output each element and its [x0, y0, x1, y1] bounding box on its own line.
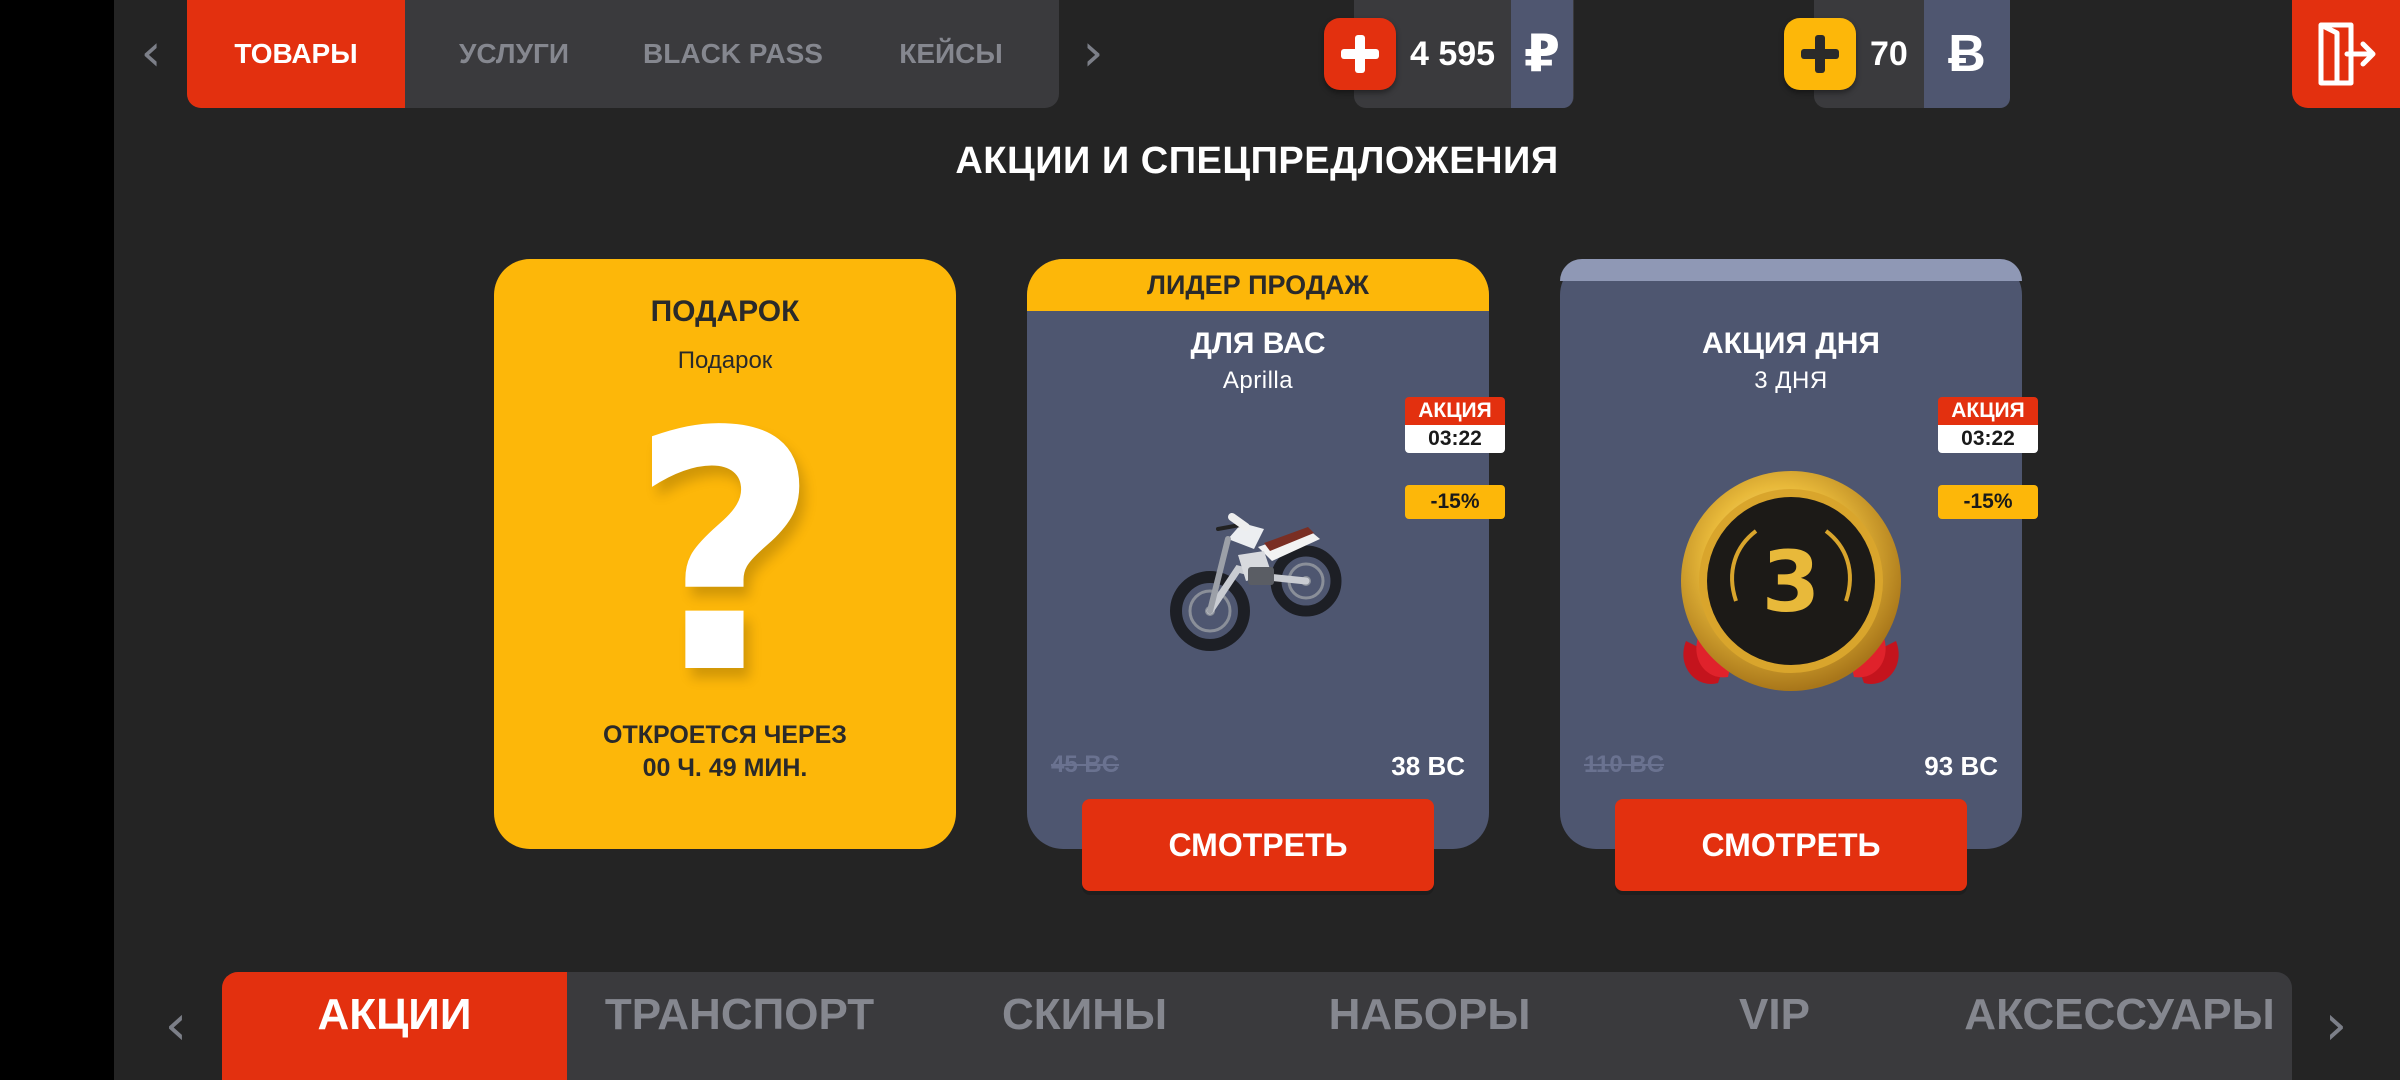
promo-label: АКЦИЯ	[1938, 397, 2038, 425]
tab-accessories[interactable]: АКСЕССУАРЫ	[1947, 972, 2292, 1080]
question-mark-icon: ?	[629, 362, 821, 746]
tab-black-pass[interactable]: BLACK PASS	[623, 0, 843, 108]
old-price: 110 BC	[1584, 751, 1665, 778]
old-price: 45 BC	[1051, 751, 1120, 778]
promo-timer: 03:22	[1405, 425, 1505, 453]
promo-label: АКЦИЯ	[1405, 397, 1505, 425]
bc-amount: 70	[1870, 34, 1908, 73]
tab-transport[interactable]: ТРАНСПОРТ	[567, 972, 912, 1080]
offer-title: АКЦИЯ ДНЯ	[1702, 327, 1880, 360]
chevron-right-icon[interactable]: ›	[1073, 23, 1113, 83]
promo-timer: 03:22	[1938, 425, 2038, 453]
bitcoin-icon: Ƀ	[1924, 0, 2010, 108]
page-title: АКЦИИ И СПЕЦПРЕДЛОЖЕНИЯ	[955, 140, 1559, 182]
plus-icon	[1801, 35, 1839, 73]
tab-skins[interactable]: СКИНЫ	[912, 972, 1257, 1080]
view-button[interactable]: СМОТРЕТЬ	[1082, 799, 1434, 891]
tab-goods[interactable]: ТОВАРЫ	[187, 0, 405, 108]
tab-vip[interactable]: VIP	[1602, 972, 1947, 1080]
gift-card[interactable]: ПОДАРОК Подарок ? ОТКРОЕТСЯ ЧЕРЕЗ 00 Ч. …	[494, 259, 956, 849]
offer-subtitle: 3 ДНЯ	[1754, 367, 1828, 394]
offer-subtitle: Aprilla	[1222, 367, 1294, 394]
add-bc-button[interactable]	[1784, 18, 1856, 90]
medal-icon: 3	[1560, 451, 2022, 721]
bc-balance: 70 Ƀ	[1784, 0, 2034, 108]
rubles-balance: 4 595 ₽	[1324, 0, 1614, 108]
motorcycle-icon	[1027, 499, 1489, 659]
ruble-icon: ₽	[1511, 0, 1573, 108]
exit-button[interactable]	[2292, 0, 2400, 108]
gift-opens-label: ОТКРОЕТСЯ ЧЕРЕЗ	[603, 721, 847, 749]
bottom-category-tabs: АКЦИИ ТРАНСПОРТ СКИНЫ НАБОРЫ VIP АКСЕССУ…	[222, 972, 2292, 1080]
new-price: 38 BC	[1391, 751, 1465, 781]
new-price: 93 BC	[1924, 751, 1998, 781]
add-rubles-button[interactable]	[1324, 18, 1396, 90]
exit-door-icon	[2318, 22, 2376, 86]
rubles-amount: 4 595	[1410, 34, 1496, 73]
chevron-right-icon[interactable]: ›	[2314, 993, 2358, 1058]
gift-opens-in: ОТКРОЕТСЯ ЧЕРЕЗ 00 Ч. 49 МИН.	[494, 719, 956, 785]
offer-card-for-you[interactable]: ЛИДЕР ПРОДАЖ ДЛЯ ВАС Aprilla АКЦИЯ 03:22…	[1027, 259, 1505, 891]
offer-card-deal-of-day[interactable]: АКЦИЯ ДНЯ 3 ДНЯ АКЦИЯ 03:22 -15% 3 110 B…	[1560, 259, 2038, 891]
card-top-strip	[1560, 259, 2022, 281]
chevron-left-icon[interactable]: ‹	[154, 993, 198, 1058]
tab-promotions[interactable]: АКЦИИ	[222, 972, 567, 1080]
promo-badge: АКЦИЯ 03:22	[1405, 397, 1505, 453]
gift-opens-time: 00 Ч. 49 МИН.	[642, 754, 808, 782]
tab-services[interactable]: УСЛУГИ	[405, 0, 623, 108]
top-category-tabs: ТОВАРЫ УСЛУГИ BLACK PASS КЕЙСЫ	[187, 0, 1059, 108]
promo-badge: АКЦИЯ 03:22	[1938, 397, 2038, 453]
shop-screen: ‹ ТОВАРЫ УСЛУГИ BLACK PASS КЕЙСЫ › 4 595…	[114, 0, 2400, 1080]
best-seller-ribbon: ЛИДЕР ПРОДАЖ	[1027, 259, 1489, 311]
gift-title: ПОДАРОК	[650, 295, 800, 328]
chevron-left-icon[interactable]: ‹	[131, 23, 171, 83]
offer-title: ДЛЯ ВАС	[1190, 327, 1326, 360]
medal-number: 3	[1762, 533, 1820, 631]
tab-cases[interactable]: КЕЙСЫ	[843, 0, 1059, 108]
tab-bundles[interactable]: НАБОРЫ	[1257, 972, 1602, 1080]
plus-icon	[1341, 35, 1379, 73]
view-button[interactable]: СМОТРЕТЬ	[1615, 799, 1967, 891]
